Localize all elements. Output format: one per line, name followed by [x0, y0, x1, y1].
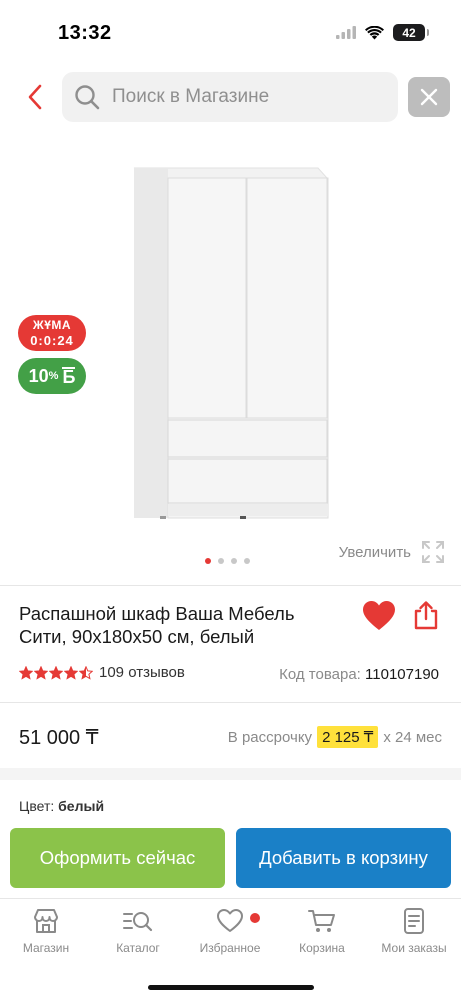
product-title: Распашной шкаф Ваша Мебель Сити, 90х180х…: [19, 603, 295, 647]
rating-row: 109 отзывов: [19, 664, 185, 681]
installment-amount: 2 125 ₸: [317, 726, 379, 748]
tab-label: Магазин: [22, 941, 70, 955]
search-row: Поиск в Магазине: [0, 70, 461, 124]
tab-label: Корзина: [299, 941, 345, 955]
color-row: Цвет: белый: [19, 798, 104, 814]
wifi-icon: [365, 25, 384, 39]
share-icon: [414, 601, 438, 630]
friday-promo-label: ЖҰМА: [32, 318, 72, 332]
pagination-dot[interactable]: [205, 558, 211, 564]
rating-stars: [19, 665, 93, 680]
tab-label: Каталог: [116, 941, 160, 955]
star-icon: [79, 665, 93, 680]
product-code-value: 110107190: [365, 666, 439, 683]
catalog-search-icon: [123, 912, 153, 932]
friday-promo-badge[interactable]: ЖҰМА 0:0:24: [18, 315, 86, 351]
home-indicator: [148, 985, 314, 990]
heart-icon: [217, 909, 243, 932]
color-value: белый: [58, 798, 105, 814]
status-time: 13:32: [58, 22, 112, 44]
bonus-percent-sign: %: [48, 370, 59, 382]
expand-icon: [422, 541, 444, 563]
product-price: 51 000 ₸: [19, 727, 99, 749]
cellular-icon: [336, 26, 356, 39]
bonus-percent: 10: [28, 365, 49, 386]
installment-suffix: х 24 мес: [383, 728, 442, 746]
bonus-currency-icon: Б: [62, 367, 76, 387]
notification-badge: [250, 913, 260, 923]
product-code-label: Код товара:: [279, 666, 361, 683]
cart-icon: [308, 910, 335, 932]
buy-now-button[interactable]: Оформить сейчас: [10, 828, 225, 888]
friday-promo-timer: 0:0:24: [30, 333, 74, 348]
star-icon: [34, 665, 48, 680]
clear-search-button[interactable]: [408, 77, 450, 117]
orders-icon: [404, 908, 424, 934]
add-to-cart-button[interactable]: Добавить в корзину: [236, 828, 451, 888]
search-input[interactable]: Поиск в Магазине: [62, 72, 398, 122]
star-icon: [64, 665, 78, 680]
battery-level: 42: [402, 25, 416, 40]
section-separator: [0, 768, 461, 780]
search-icon: [75, 85, 100, 110]
tab-catalog[interactable]: Каталог: [92, 907, 184, 955]
pagination-dot[interactable]: [218, 558, 224, 564]
installment-prefix: В рассрочку: [227, 728, 313, 746]
star-icon: [19, 665, 33, 680]
back-button[interactable]: [18, 78, 52, 116]
status-bar: 13:32 42: [0, 0, 461, 64]
gallery-pagination: [205, 558, 250, 564]
product-gallery[interactable]: ЖҰМА 0:0:24 10% Б Увеличить: [0, 140, 461, 580]
battery-icon: 42: [393, 24, 429, 41]
store-icon: [34, 909, 58, 933]
installment-info[interactable]: В рассрочку 2 125 ₸ х 24 мес: [228, 726, 442, 748]
pagination-dot[interactable]: [244, 558, 250, 564]
heart-filled-icon: [363, 601, 395, 630]
close-icon: [420, 88, 438, 106]
zoom-button[interactable]: Увеличить: [339, 540, 445, 564]
tab-cart[interactable]: Корзина: [276, 907, 368, 955]
tab-favorites[interactable]: Избранное: [184, 907, 276, 955]
tab-label: Избранное: [199, 941, 261, 955]
product-code: Код товара: 110107190: [279, 666, 439, 683]
star-icon: [49, 665, 63, 680]
zoom-label: Увеличить: [338, 543, 411, 561]
pagination-dot[interactable]: [231, 558, 237, 564]
reviews-link[interactable]: 109 отзывов: [99, 664, 185, 681]
product-image: [133, 167, 329, 519]
search-placeholder: Поиск в Магазине: [112, 86, 270, 107]
tab-label: Мои заказы: [381, 941, 447, 955]
status-icons: 42: [336, 24, 429, 41]
favorite-button[interactable]: [362, 600, 396, 637]
divider: [0, 702, 461, 703]
chevron-left-icon: [28, 84, 42, 110]
tab-store[interactable]: Магазин: [0, 907, 92, 955]
tab-orders[interactable]: Мои заказы: [368, 907, 460, 955]
color-label: Цвет:: [19, 798, 55, 814]
bonus-promo-badge[interactable]: 10% Б: [18, 358, 86, 394]
bottom-tab-bar: Магазин Каталог Избранное Корзина Мои за…: [0, 898, 461, 999]
divider: [0, 585, 461, 586]
share-button[interactable]: [412, 600, 440, 635]
